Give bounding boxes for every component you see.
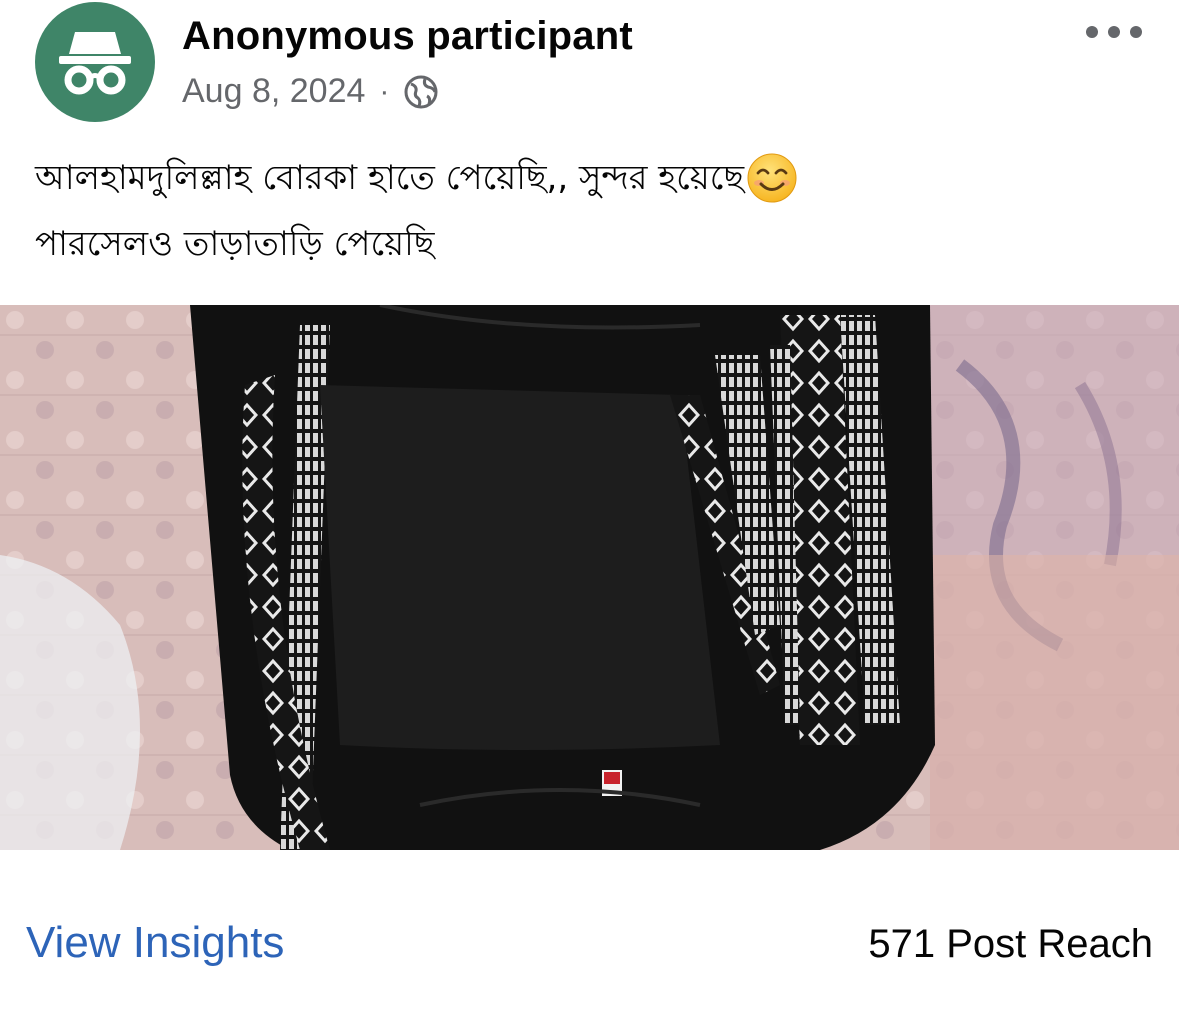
author-name[interactable]: Anonymous participant: [182, 14, 633, 59]
post-date[interactable]: Aug 8, 2024: [182, 72, 365, 111]
caption-line-2: পারসেলও তাড়াতাড়ি পেয়েছি: [35, 211, 1145, 277]
more-options-button[interactable]: [1086, 20, 1142, 44]
post-caption: আলহামদুলিল্লাহ বোরকা হাতে পেয়েছি,, সুন্…: [35, 145, 1145, 277]
incognito-icon: [59, 32, 131, 95]
post-reach-count: 571 Post Reach: [868, 922, 1153, 966]
globe-icon: [404, 75, 438, 108]
photo-black-borka-embroidered: [0, 305, 1179, 850]
caption-text-2: পারসেলও তাড়াতাড়ি পেয়েছি: [35, 224, 435, 264]
more-dot: [1130, 26, 1142, 38]
caption-line-1: আলহামদুলিল্লাহ বোরকা হাতে পেয়েছি,, সুন্…: [35, 145, 1145, 211]
more-dot: [1086, 26, 1098, 38]
post-card: Anonymous participant Aug 8, 2024 · আলহা…: [0, 0, 1179, 1022]
meta-separator: ·: [379, 74, 390, 108]
post-photo[interactable]: [0, 305, 1179, 850]
avatar[interactable]: [35, 2, 155, 122]
view-insights-link[interactable]: View Insights: [26, 918, 284, 968]
post-meta: Aug 8, 2024 ·: [182, 72, 439, 111]
smiling-face-icon: [747, 153, 797, 203]
more-dot: [1108, 26, 1120, 38]
caption-text-1: আলহামদুলিল্লাহ বোরকা হাতে পেয়েছি,, সুন্…: [35, 158, 745, 198]
